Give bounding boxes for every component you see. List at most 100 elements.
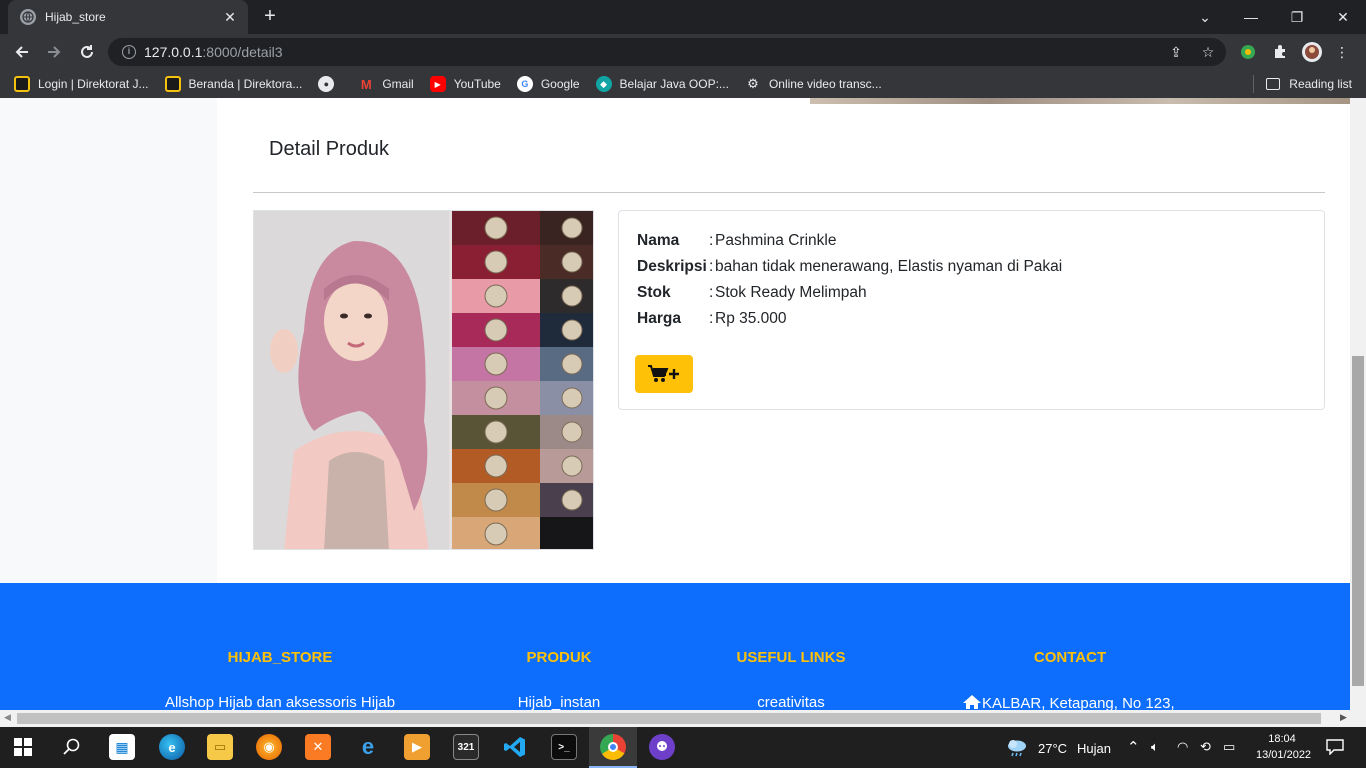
scroll-right-icon[interactable]: ▶ — [1340, 712, 1347, 723]
firefox-icon[interactable]: ◉ — [256, 734, 282, 760]
terminal-icon[interactable]: >_ — [551, 734, 577, 760]
page-title: Detail Produk — [269, 138, 390, 160]
reading-list-icon — [1266, 78, 1281, 90]
address-bar[interactable]: i 127.0.0.1:8000/detail3 ⇪ ☆ — [108, 38, 1226, 66]
vertical-scrollbar[interactable] — [1350, 98, 1366, 710]
product-name: Pashmina Crinkle — [715, 232, 837, 249]
bookmark-star-icon[interactable]: ☆ — [1196, 38, 1220, 66]
file-explorer-icon[interactable]: ▭ — [207, 734, 233, 760]
product-price: Rp 35.000 — [715, 310, 787, 327]
footer-title-produk: PRODUK — [526, 649, 592, 666]
bookmark-youtube[interactable]: ▶ YouTube — [429, 76, 501, 92]
globe-icon: ● — [318, 76, 335, 92]
edge-icon[interactable]: e — [159, 734, 185, 760]
puzzle-extensions-icon[interactable] — [1270, 42, 1290, 62]
detail-label: Harga — [637, 310, 681, 327]
restore-button[interactable]: ❐ — [1274, 0, 1320, 34]
chevron-up-icon[interactable]: ⌃ — [1127, 738, 1140, 756]
bookmark-google[interactable]: G Google — [516, 76, 580, 92]
search-icon[interactable] — [59, 734, 85, 760]
bookmark-belajar-java[interactable]: ◆ Belajar Java OOP:... — [595, 76, 729, 92]
globe-icon — [20, 9, 36, 25]
bookmark-gmail[interactable]: M Gmail — [358, 76, 414, 92]
minimize-button[interactable]: — — [1228, 0, 1274, 34]
weather-condition: Hujan — [1077, 741, 1111, 756]
detail-row-deskripsi: Deskripsi : bahan tidak menerawang, Elas… — [637, 258, 1063, 275]
bookmark-globe[interactable]: ● — [318, 76, 342, 92]
store-icon[interactable]: ▦ — [109, 734, 135, 760]
bookmark-beranda-direktorat[interactable]: Beranda | Direktora... — [164, 76, 302, 92]
google-icon: G — [516, 76, 533, 92]
weather-rain-icon[interactable] — [1004, 734, 1030, 760]
profile-avatar[interactable] — [1302, 42, 1322, 62]
footer-link-creativitas[interactable]: creativitas — [691, 694, 891, 710]
bookmark-favicon-icon — [164, 76, 181, 92]
system-clock[interactable]: 18:04 13/01/2022 — [1256, 731, 1312, 763]
footer-contact-address: KALBAR, Ketapang, No 123, — [962, 694, 1192, 710]
reload-button[interactable] — [75, 40, 99, 64]
footer-title-useful-links: USEFUL LINKS — [736, 649, 846, 666]
weather-temperature: 27°C — [1038, 741, 1068, 756]
wifi-icon[interactable]: ◠ — [1177, 739, 1188, 755]
back-button[interactable] — [10, 40, 34, 64]
sync-icon[interactable]: ⟲ — [1200, 739, 1211, 755]
close-tab-icon[interactable]: ✕ — [222, 9, 238, 26]
detail-label: Deskripsi — [637, 258, 707, 275]
scroll-left-icon[interactable]: ◀ — [4, 712, 11, 723]
new-tab-button[interactable]: + — [258, 5, 282, 29]
forward-button[interactable] — [42, 40, 66, 64]
home-icon — [963, 695, 981, 709]
xampp-icon[interactable]: ✕ — [305, 734, 331, 760]
footer-title-contact: CONTACT — [1033, 649, 1107, 666]
product-description: bahan tidak menerawang, Elastis nyaman d… — [715, 258, 1063, 275]
banner-image-edge — [810, 98, 1350, 104]
calculator-app-icon[interactable]: 321 — [453, 734, 479, 760]
cart-plus-icon — [648, 365, 679, 382]
youtube-icon: ▶ — [429, 76, 446, 92]
browser-toolbar: i 127.0.0.1:8000/detail3 ⇪ ☆ ⋮ — [0, 34, 1366, 70]
url-path: :8000/detail3 — [202, 44, 283, 60]
bookmark-video-transcoder[interactable]: ⚙ Online video transc... — [745, 76, 882, 92]
reading-list-button[interactable]: Reading list — [1253, 70, 1352, 98]
volume-icon[interactable]: 🔈︎ — [1151, 739, 1159, 755]
battery-icon[interactable]: ▭ — [1223, 739, 1235, 755]
clock-date: 13/01/2022 — [1256, 749, 1312, 761]
footer-title-hijab-store: HIJAB_STORE — [227, 649, 333, 666]
detail-label: Nama — [637, 232, 680, 249]
windows-start-icon[interactable] — [10, 734, 36, 760]
notification-center-icon[interactable] — [1322, 734, 1348, 760]
media-player-icon[interactable]: ▶ — [404, 734, 430, 760]
windows-taskbar: ▦ e ▭ ◉ ✕ e ▶ 321 >_ 27°C Hujan ⌃ 🔈︎ ◠ ⟲… — [0, 727, 1366, 768]
horizontal-scrollbar[interactable]: ◀ ▶ — [0, 710, 1366, 727]
gmail-icon: M — [360, 76, 372, 92]
footer-link-hijab-instan[interactable]: Hijab_instan — [459, 694, 659, 710]
vscode-icon[interactable] — [502, 734, 528, 760]
chrome-icon[interactable] — [600, 734, 626, 760]
page-viewport: Detail Produk Nama: Pashmina Crinkle De… — [0, 98, 1350, 710]
site-footer: HIJAB_STORE PRODUK USEFUL LINKS CONTACT … — [0, 583, 1350, 710]
clock-time: 18:04 — [1268, 733, 1296, 745]
tab-bar: Hijab_store ✕ + ⌄ — ❐ ✕ — [0, 0, 1366, 34]
browser-tab[interactable]: Hijab_store ✕ — [8, 0, 248, 34]
extension-icon[interactable] — [1238, 42, 1258, 62]
left-panel — [0, 98, 217, 583]
internet-explorer-icon[interactable]: e — [355, 734, 381, 760]
bookmark-login-direktorat[interactable]: Login | Direktorat J... — [14, 76, 149, 92]
detail-row-nama: Nama : Pashmina Crinkle — [637, 232, 837, 249]
scroll-thumb[interactable] — [1352, 356, 1364, 686]
product-stock: Stok Ready Melimpah — [715, 284, 867, 301]
detail-label: Stok — [637, 284, 671, 301]
detail-row-stok: Stok : Stok Ready Melimpah — [637, 284, 867, 301]
site-info-icon[interactable]: i — [122, 45, 136, 59]
scroll-thumb[interactable] — [17, 713, 1321, 724]
java-site-icon: ◆ — [595, 76, 612, 92]
url-host: 127.0.0.1 — [144, 44, 203, 60]
share-icon[interactable]: ⇪ — [1164, 38, 1188, 66]
bookmark-favicon-icon — [14, 76, 30, 92]
add-to-cart-button[interactable] — [635, 355, 693, 393]
close-window-button[interactable]: ✕ — [1320, 0, 1366, 34]
footer-about-text: Allshop Hijab dan aksessoris Hijab — [164, 694, 396, 710]
tab-search-icon[interactable]: ⌄ — [1182, 0, 1228, 34]
menu-kebab-icon[interactable]: ⋮ — [1332, 42, 1352, 62]
github-desktop-icon[interactable] — [649, 734, 675, 760]
